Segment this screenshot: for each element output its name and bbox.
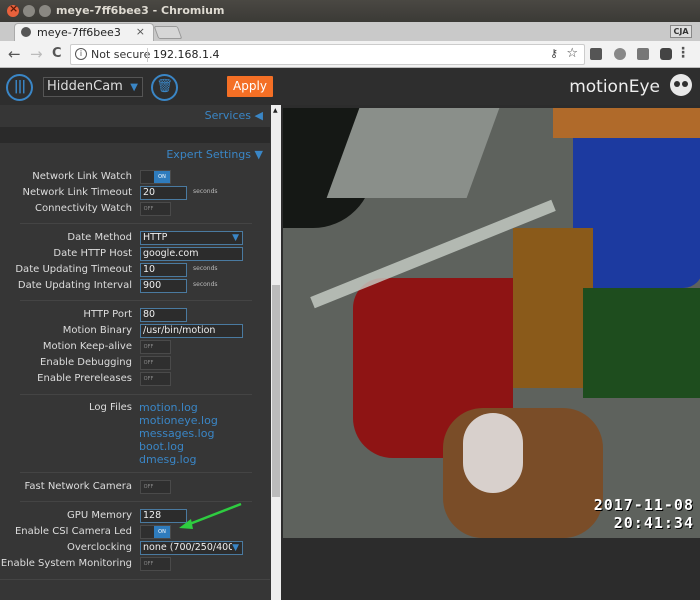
date-http-host-input[interactable]: google.com bbox=[140, 247, 243, 261]
log-link-motioneye[interactable]: motioneye.log bbox=[139, 414, 218, 427]
camera-time: 20:41:34 bbox=[613, 514, 694, 532]
services-section-toggle[interactable]: Services ◀ bbox=[205, 109, 263, 122]
log-link-motion[interactable]: motion.log bbox=[139, 401, 198, 414]
sidebar-header: ||| HiddenCam ▼ 🗑 Apply bbox=[0, 68, 281, 105]
extension-bulb-icon[interactable] bbox=[590, 48, 602, 60]
owl-logo-icon bbox=[670, 74, 692, 96]
scrollbar-thumb[interactable] bbox=[272, 285, 280, 497]
extension-phone-icon[interactable] bbox=[614, 48, 626, 60]
setting-date-updating-interval: Date Updating Interval 900 seconds bbox=[17, 279, 218, 293]
enable-debugging-toggle[interactable]: OFF bbox=[140, 356, 171, 370]
scroll-up-icon[interactable]: ▲ bbox=[273, 107, 278, 114]
setting-enable-debugging: Enable Debugging OFF bbox=[0, 356, 270, 372]
setting-enable-prereleases: Enable Prereleases OFF bbox=[0, 372, 270, 388]
motioneye-app: ||| HiddenCam ▼ 🗑 Apply Services ◀ Exper… bbox=[0, 68, 700, 600]
favicon-icon bbox=[21, 27, 31, 37]
setting-motion-keepalive: Motion Keep-alive OFF bbox=[0, 340, 270, 356]
setting-date-method: Date Method HTTP ▼ bbox=[0, 231, 270, 247]
window-title: meye-7ff6bee3 - Chromium bbox=[56, 4, 225, 17]
expert-settings-section-toggle[interactable]: Expert Settings ▼ bbox=[166, 148, 263, 161]
setting-motion-binary: Motion Binary /usr/bin/motion bbox=[0, 324, 270, 340]
tab-close-icon[interactable]: × bbox=[136, 25, 145, 38]
setting-date-updating-timeout: Date Updating Timeout 10 seconds bbox=[15, 263, 218, 277]
network-link-timeout-input[interactable]: 20 bbox=[140, 186, 187, 200]
window-close-button[interactable] bbox=[7, 2, 19, 17]
pocket-icon[interactable] bbox=[660, 48, 672, 60]
window-maximize-button[interactable] bbox=[39, 5, 51, 17]
setting-http-port: HTTP Port 80 bbox=[0, 308, 270, 324]
date-method-select[interactable]: HTTP ▼ bbox=[140, 231, 243, 245]
enable-prereleases-toggle[interactable]: OFF bbox=[140, 372, 171, 386]
fast-network-camera-toggle[interactable]: OFF bbox=[140, 480, 171, 494]
chevron-down-icon: ▼ bbox=[232, 542, 239, 554]
divider bbox=[147, 48, 148, 62]
profile-button[interactable]: CJA bbox=[670, 25, 692, 38]
url-text[interactable]: 192.168.1.4 bbox=[153, 48, 219, 61]
main-menu-button[interactable]: ||| bbox=[6, 74, 33, 101]
window-titlebar: meye-7ff6bee3 - Chromium bbox=[0, 0, 700, 22]
camera-timestamp: 2017-11-08 20:41:34 bbox=[594, 496, 694, 532]
bookmark-star-icon[interactable]: ☆ bbox=[566, 46, 578, 61]
setting-fast-network-camera: Fast Network Camera OFF bbox=[0, 480, 270, 496]
setting-network-link-watch: Network Link Watch ON bbox=[0, 170, 270, 186]
tab-title: meye-7ff6bee3 bbox=[37, 26, 121, 39]
connectivity-watch-toggle[interactable]: OFF bbox=[140, 202, 171, 216]
main-header: motionEye bbox=[281, 68, 700, 105]
camera-image-region bbox=[553, 108, 700, 138]
forward-icon[interactable]: → bbox=[30, 45, 43, 63]
tab-strip: meye-7ff6bee3 × CJA bbox=[0, 22, 700, 41]
apply-button[interactable]: Apply bbox=[227, 76, 273, 97]
trash-icon: 🗑 bbox=[156, 79, 173, 94]
camera-image-region bbox=[463, 413, 523, 493]
date-updating-interval-input[interactable]: 900 bbox=[140, 279, 187, 293]
remove-camera-button[interactable]: 🗑 bbox=[151, 74, 178, 101]
browser-tab[interactable]: meye-7ff6bee3 × bbox=[14, 23, 154, 41]
extension-note-icon[interactable] bbox=[637, 48, 649, 60]
log-link-messages[interactable]: messages.log bbox=[139, 427, 214, 440]
window-minimize-button[interactable] bbox=[23, 5, 35, 17]
camera-date: 2017-11-08 bbox=[593, 496, 694, 514]
setting-enable-system-monitoring: Enable System Monitoring OFF bbox=[0, 557, 270, 573]
network-link-watch-toggle[interactable]: ON bbox=[140, 170, 171, 184]
address-bar[interactable]: i Not secure 192.168.1.4 ⚷ ☆ bbox=[70, 44, 585, 65]
setting-network-link-timeout: Network Link Timeout 20 seconds bbox=[22, 186, 218, 200]
chevron-down-icon: ▼ bbox=[130, 82, 138, 93]
camera-select-value: HiddenCam bbox=[47, 79, 123, 94]
camera-select[interactable]: HiddenCam ▼ bbox=[43, 77, 143, 97]
enable-csi-camera-led-toggle[interactable]: ON bbox=[140, 525, 171, 539]
reload-icon[interactable]: C bbox=[52, 46, 62, 61]
camera-frame[interactable]: 2017-11-08 20:41:34 bbox=[283, 108, 700, 538]
annotation-arrow-icon bbox=[179, 502, 242, 529]
new-tab-button[interactable] bbox=[153, 26, 183, 39]
chevron-down-icon: ▼ bbox=[232, 233, 239, 243]
section-separator bbox=[0, 127, 270, 143]
key-icon[interactable]: ⚷ bbox=[550, 47, 558, 60]
overclocking-select[interactable]: none (700/250/400) ▼ bbox=[140, 541, 243, 555]
motion-binary-input[interactable]: /usr/bin/motion bbox=[140, 324, 243, 338]
sidebar-scrollbar[interactable]: ▲ bbox=[271, 105, 281, 600]
divider bbox=[20, 300, 252, 301]
enable-system-monitoring-toggle[interactable]: OFF bbox=[140, 557, 171, 571]
date-updating-timeout-input[interactable]: 10 bbox=[140, 263, 187, 277]
divider bbox=[20, 223, 252, 224]
setting-connectivity-watch: Connectivity Watch OFF bbox=[0, 202, 270, 218]
setting-log-files: Log Files bbox=[89, 402, 132, 413]
browser-menu-icon[interactable]: ⋮ bbox=[676, 45, 690, 61]
info-icon[interactable]: i bbox=[75, 48, 87, 60]
back-icon[interactable]: ← bbox=[8, 45, 21, 63]
setting-date-http-host: Date HTTP Host google.com bbox=[0, 247, 270, 263]
security-status[interactable]: Not secure bbox=[91, 48, 150, 61]
camera-image-region bbox=[583, 288, 700, 398]
setting-overclocking: Overclocking none (700/250/400) ▼ bbox=[0, 541, 270, 557]
motion-keepalive-toggle[interactable]: OFF bbox=[140, 340, 171, 354]
divider bbox=[0, 579, 270, 580]
browser-toolbar: ← → C i Not secure 192.168.1.4 ⚷ ☆ ⋮ bbox=[0, 41, 700, 68]
divider bbox=[20, 472, 252, 473]
divider bbox=[20, 394, 252, 395]
http-port-input[interactable]: 80 bbox=[140, 308, 187, 322]
camera-image-region bbox=[513, 228, 593, 388]
brand-title: motionEye bbox=[569, 77, 660, 97]
log-link-boot[interactable]: boot.log bbox=[139, 440, 184, 453]
log-link-dmesg[interactable]: dmesg.log bbox=[139, 453, 196, 466]
